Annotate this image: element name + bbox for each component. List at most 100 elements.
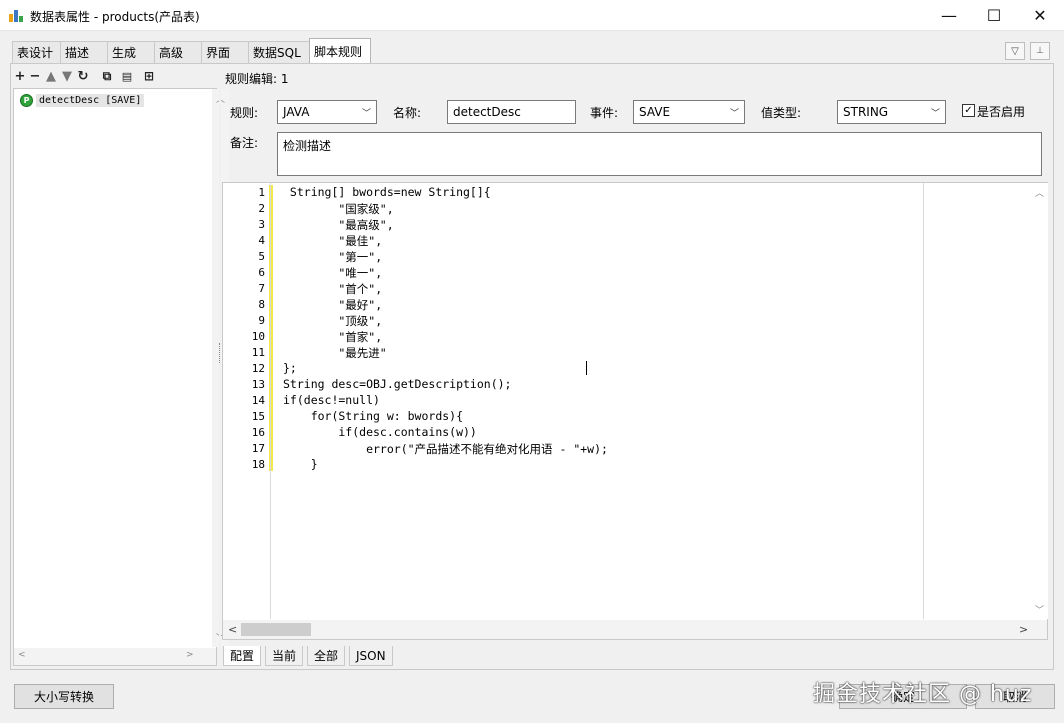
tab-dropdown-button[interactable]: ▽	[1005, 42, 1025, 60]
line-number: 1	[258, 186, 265, 199]
print-margin-line	[923, 183, 924, 619]
rule-tree[interactable]: P detectDesc [SAVE] ︿ ﹀ < >	[13, 88, 229, 666]
line-number: 5	[258, 250, 265, 263]
minus-icon[interactable]: −	[28, 68, 42, 84]
line-number: 18	[251, 458, 265, 471]
editor-vertical-scrollbar[interactable]: ︿ ﹀	[1031, 183, 1048, 619]
code-line: "首个",	[283, 282, 383, 296]
chevron-down-icon: ▽	[1011, 45, 1019, 57]
tab-description[interactable]: 描述	[60, 41, 108, 63]
code-line: "第一",	[283, 250, 383, 264]
maximize-icon: ☐	[986, 6, 1002, 25]
tab-generate[interactable]: 生成	[107, 41, 155, 63]
tab-config[interactable]: 配置	[223, 646, 262, 666]
splitter[interactable]	[219, 88, 221, 666]
scroll-left-icon[interactable]: <	[228, 623, 237, 636]
arrow-up-icon[interactable]: ▲	[44, 68, 58, 84]
value-type-value: STRING	[843, 105, 889, 119]
case-convert-button[interactable]: 大小写转换	[14, 684, 114, 709]
enabled-checkbox[interactable]: ✓	[962, 104, 975, 117]
refresh-icon[interactable]: ↻	[76, 68, 90, 84]
code-line: if(desc.contains(w))	[283, 425, 477, 439]
code-line: "最佳",	[283, 234, 383, 248]
code-line: for(String w: bwords){	[283, 409, 464, 423]
code-line: }	[283, 457, 318, 471]
line-number: 15	[251, 410, 265, 423]
remark-label: 备注:	[230, 136, 259, 150]
paste-icon[interactable]: ▤	[120, 68, 134, 84]
maximize-button[interactable]: ☐	[971, 0, 1017, 31]
rule-type-value: JAVA	[283, 105, 310, 119]
line-number-gutter: 1 2 3 4 5 6 7 8 9 10 11 12 13 14 15 16 1…	[223, 183, 269, 619]
line-number: 16	[251, 426, 265, 439]
tab-script-rules[interactable]: 脚本规则	[309, 38, 371, 63]
tree-item-label: detectDesc [SAVE]	[36, 93, 145, 107]
scroll-right-icon[interactable]: >	[1019, 623, 1028, 636]
scroll-right-icon[interactable]: >	[186, 650, 194, 660]
tree-item[interactable]: P detectDesc [SAVE]	[20, 92, 145, 108]
tree-horizontal-scrollbar[interactable]: < >	[14, 648, 216, 665]
scroll-left-icon[interactable]: <	[18, 650, 26, 660]
remark-textarea[interactable]: 检测描述	[277, 132, 1042, 176]
code-line: String[] bwords=new String[]{	[283, 185, 491, 199]
tab-json[interactable]: JSON	[349, 646, 393, 666]
code-line: error("产品描述不能有绝对化用语 - "+w);	[283, 442, 608, 456]
window-title: 数据表属性 - products(产品表)	[30, 10, 200, 24]
code-line: "国家级",	[283, 202, 394, 216]
event-label: 事件:	[590, 106, 619, 120]
close-button[interactable]: ✕	[1017, 0, 1063, 31]
rule-type-label: 规则:	[230, 106, 259, 120]
close-icon: ✕	[1033, 6, 1047, 25]
code-line: "最先进"	[283, 346, 387, 360]
chevron-down-icon: ﹀	[729, 108, 739, 119]
copy-icon[interactable]: ⧉	[100, 68, 114, 84]
event-value: SAVE	[639, 105, 671, 119]
line-number: 12	[251, 362, 265, 375]
value-type-select[interactable]: STRING ﹀	[837, 100, 946, 124]
code-line: "首家",	[283, 330, 383, 344]
minimize-button[interactable]: —	[926, 0, 972, 31]
tab-data-sql[interactable]: 数据SQL	[248, 41, 310, 63]
editor-horizontal-scrollbar[interactable]: < >	[223, 620, 1047, 639]
name-label: 名称:	[393, 106, 422, 120]
line-number: 10	[251, 330, 265, 343]
title-bar: 数据表属性 - products(产品表) — ☐ ✕	[0, 0, 1064, 31]
tab-current[interactable]: 当前	[265, 646, 304, 666]
line-number: 11	[251, 346, 265, 359]
line-number: 13	[251, 378, 265, 391]
tab-table-design[interactable]: 表设计	[12, 41, 61, 63]
line-number: 3	[258, 218, 265, 231]
event-select[interactable]: SAVE ﹀	[633, 100, 745, 124]
code-editor[interactable]: 1 2 3 4 5 6 7 8 9 10 11 12 13 14 15 16 1…	[222, 182, 1048, 640]
scroll-up-icon[interactable]: ︿	[1035, 186, 1044, 199]
code-line: "最好",	[283, 298, 383, 312]
structure-icon[interactable]: ⊞	[142, 68, 156, 84]
tab-advanced[interactable]: 高级	[154, 41, 202, 63]
chevron-down-icon: ﹀	[361, 108, 371, 119]
scroll-thumb[interactable]	[241, 623, 311, 636]
line-number: 14	[251, 394, 265, 407]
app-icon	[9, 8, 23, 22]
code-line: if(desc!=null)	[283, 393, 380, 407]
pin-button[interactable]: ⊥	[1030, 42, 1050, 60]
rule-type-select[interactable]: JAVA ﹀	[277, 100, 377, 124]
chevron-down-icon: ﹀	[930, 108, 940, 119]
tab-all[interactable]: 全部	[307, 646, 346, 666]
line-number: 9	[258, 314, 265, 327]
code-line: "顶级",	[283, 314, 383, 328]
value-type-label: 值类型:	[761, 106, 802, 120]
arrow-down-icon[interactable]: ▼	[60, 68, 74, 84]
rule-edit-header: 规则编辑: 1	[225, 72, 289, 86]
line-number: 17	[251, 442, 265, 455]
pin-icon: ⊥	[1036, 46, 1044, 56]
plus-icon[interactable]: +	[13, 68, 27, 84]
code-line: "最高级",	[283, 218, 394, 232]
line-number: 4	[258, 234, 265, 247]
scroll-down-icon[interactable]: ﹀	[1035, 603, 1044, 616]
splitter-grip	[219, 343, 221, 363]
text-caret	[586, 361, 587, 375]
gutter-divider	[270, 183, 271, 619]
tab-interface[interactable]: 界面	[201, 41, 249, 63]
name-input[interactable]: detectDesc	[447, 100, 576, 124]
watermark: 掘金技术社区 @ huz	[813, 682, 1033, 707]
